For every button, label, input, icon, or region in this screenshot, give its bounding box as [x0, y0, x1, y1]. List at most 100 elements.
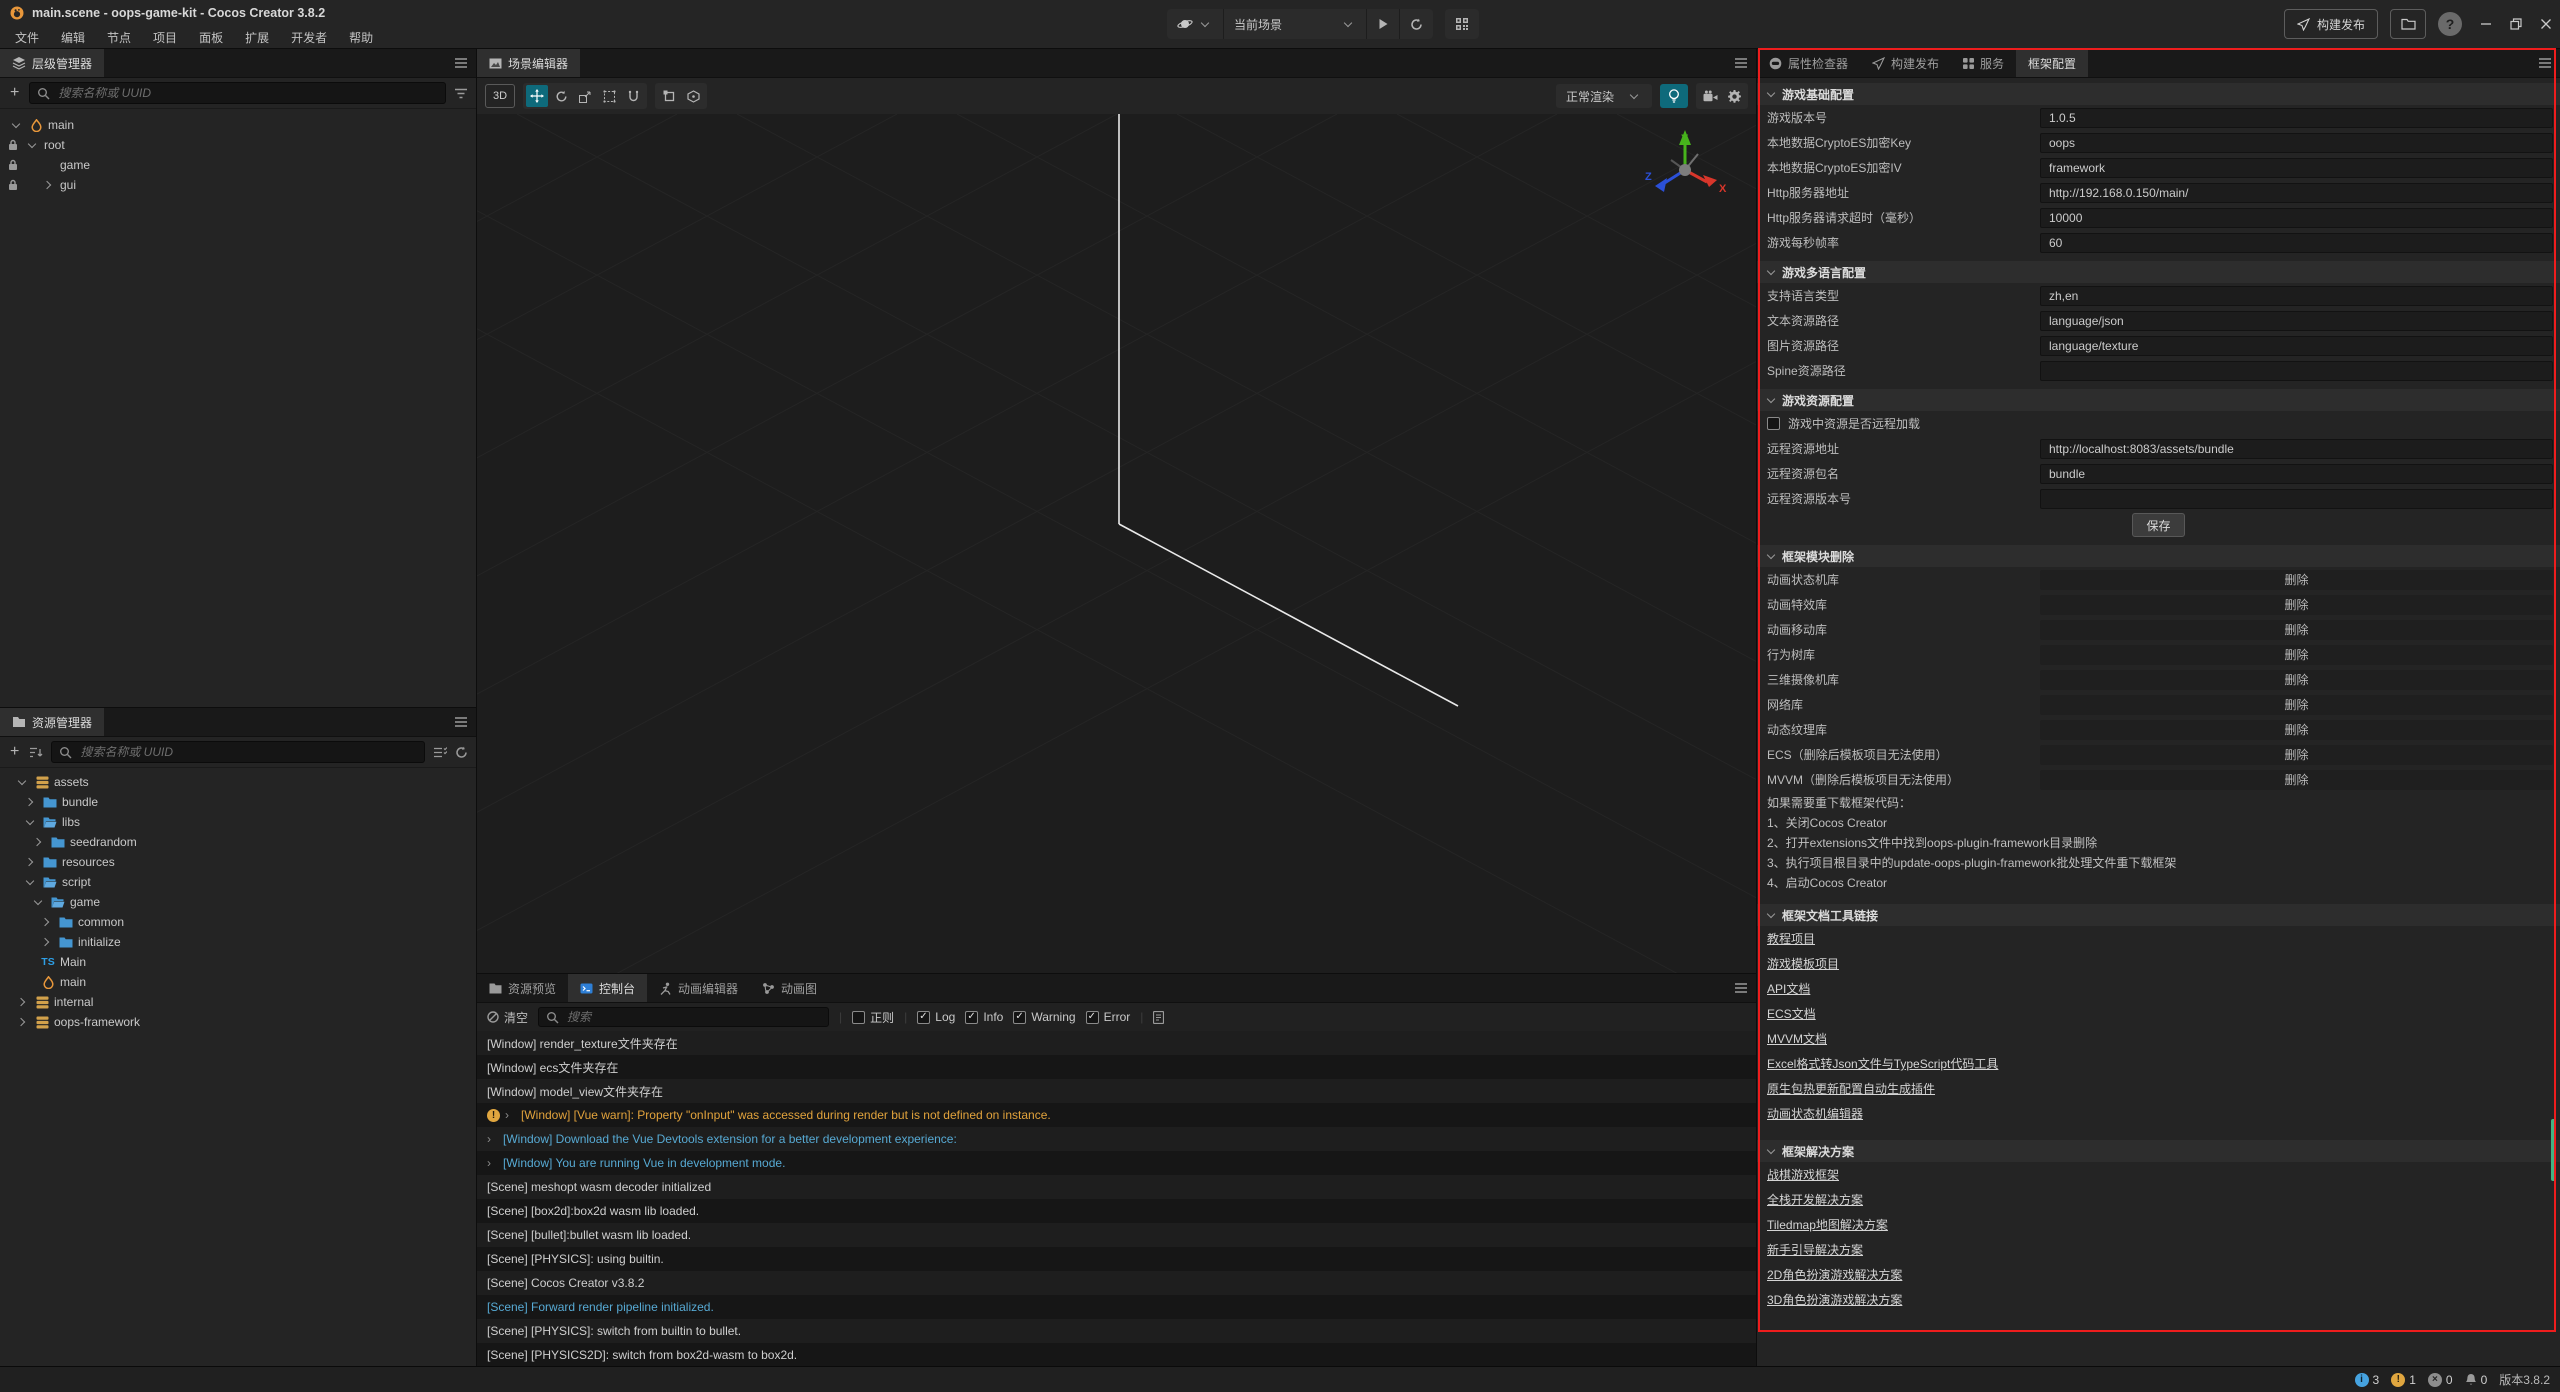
- tab-build-publish[interactable]: 构建发布: [1860, 49, 1951, 77]
- game-version-input[interactable]: [2040, 108, 2553, 128]
- hierarchy-search-input[interactable]: [56, 85, 438, 101]
- play-button[interactable]: [1367, 9, 1400, 39]
- save-button[interactable]: 保存: [2132, 513, 2184, 537]
- lighting-toggle-button[interactable]: [1660, 84, 1688, 108]
- rotate-tool-button[interactable]: [550, 85, 572, 107]
- tab-services[interactable]: 服务: [1951, 49, 2016, 77]
- log-row[interactable]: [Scene] [PHYSICS]: switch from builtin t…: [477, 1319, 1756, 1343]
- menu-extension[interactable]: 扩展: [234, 29, 280, 46]
- sort-icon[interactable]: [29, 747, 43, 758]
- log-row[interactable]: [Scene] meshopt wasm decoder initialized: [477, 1175, 1756, 1199]
- crypto-iv-input[interactable]: [2040, 158, 2553, 178]
- doc-link[interactable]: 原生包热更新配置自动生成插件: [1757, 1076, 2560, 1101]
- section-modules[interactable]: 框架模块删除: [1757, 545, 2560, 567]
- menu-developer[interactable]: 开发者: [280, 29, 338, 46]
- assets-search-input[interactable]: [78, 744, 417, 760]
- hierarchy-node[interactable]: gui: [0, 175, 476, 195]
- hierarchy-search[interactable]: [29, 82, 446, 104]
- delete-button[interactable]: 删除: [2040, 770, 2553, 790]
- lock-icon[interactable]: [8, 179, 18, 191]
- asset-node[interactable]: script: [0, 872, 476, 892]
- panel-menu-icon[interactable]: [454, 57, 468, 69]
- filter-list-icon[interactable]: [433, 747, 447, 758]
- filter-log-checkbox[interactable]: Log: [917, 1010, 955, 1024]
- frame-rate-input[interactable]: [2040, 233, 2553, 253]
- section-game-basic[interactable]: 游戏基础配置: [1757, 83, 2560, 105]
- move-tool-button[interactable]: [526, 85, 548, 107]
- log-row[interactable]: [Scene] [PHYSICS2D]: switch from box2d-w…: [477, 1343, 1756, 1366]
- tab-asset-preview[interactable]: 资源预览: [477, 974, 568, 1002]
- delete-button[interactable]: 删除: [2040, 720, 2553, 740]
- asset-node[interactable]: main: [0, 972, 476, 992]
- remote-res-url-input[interactable]: [2040, 439, 2553, 459]
- image-res-path-input[interactable]: [2040, 336, 2553, 356]
- doc-link[interactable]: API文档: [1757, 976, 2560, 1001]
- lock-icon[interactable]: [8, 139, 18, 151]
- log-row[interactable]: [Scene] [PHYSICS]: using builtin.: [477, 1247, 1756, 1271]
- checkbox-checked-icon[interactable]: [1086, 1011, 1099, 1024]
- delete-button[interactable]: 删除: [2040, 620, 2553, 640]
- add-node-button[interactable]: +: [8, 85, 21, 101]
- tab-property-inspector[interactable]: 属性检查器: [1757, 49, 1860, 77]
- checkbox-checked-icon[interactable]: [917, 1011, 930, 1024]
- restart-button[interactable]: [1400, 9, 1433, 39]
- render-mode-dropdown[interactable]: 正常渲染: [1556, 84, 1652, 108]
- clear-console-button[interactable]: 清空: [487, 1009, 528, 1026]
- checkbox-icon[interactable]: [852, 1011, 865, 1024]
- chevron-down-icon[interactable]: [10, 118, 24, 132]
- solution-link[interactable]: Tiledmap地图解决方案: [1757, 1212, 2560, 1237]
- menu-edit[interactable]: 编辑: [50, 29, 96, 46]
- scene-viewport[interactable]: Y X Z: [477, 114, 1756, 973]
- menu-project[interactable]: 项目: [142, 29, 188, 46]
- checkbox-checked-icon[interactable]: [965, 1011, 978, 1024]
- doc-link[interactable]: ECS文档: [1757, 1001, 2560, 1026]
- scene-select-dropdown[interactable]: 当前场景: [1224, 9, 1367, 39]
- tab-scene-editor[interactable]: 场景编辑器: [477, 49, 580, 77]
- solution-link[interactable]: 3D角色扮演游戏解决方案: [1757, 1287, 2560, 1312]
- preview-qrcode-button[interactable]: [1445, 9, 1479, 39]
- menu-help[interactable]: 帮助: [338, 29, 384, 46]
- asset-node[interactable]: game: [0, 892, 476, 912]
- doc-link[interactable]: MVVM文档: [1757, 1026, 2560, 1051]
- log-row[interactable]: [Scene] [bullet]:bullet wasm lib loaded.: [477, 1223, 1756, 1247]
- chevron-down-icon[interactable]: [32, 895, 46, 909]
- chevron-right-icon[interactable]: [32, 835, 46, 849]
- tab-animation-editor[interactable]: 动画编辑器: [647, 974, 750, 1002]
- section-doc-links[interactable]: 框架文档工具链接: [1757, 904, 2560, 926]
- checkbox-icon[interactable]: [1767, 417, 1780, 430]
- spine-res-path-input[interactable]: [2040, 361, 2553, 381]
- log-row[interactable]: [Scene] [box2d]:box2d wasm lib loaded.: [477, 1199, 1756, 1223]
- assets-search[interactable]: [51, 741, 425, 763]
- panel-menu-icon[interactable]: [2538, 57, 2552, 69]
- asset-node[interactable]: oops-framework: [0, 1012, 476, 1032]
- console-search-input[interactable]: [565, 1009, 821, 1025]
- log-row-info[interactable]: › [Window] You are running Vue in develo…: [477, 1151, 1756, 1175]
- camera-icon[interactable]: [1699, 85, 1721, 107]
- solution-link[interactable]: 2D角色扮演游戏解决方案: [1757, 1262, 2560, 1287]
- tab-console[interactable]: 控制台: [568, 974, 647, 1002]
- tab-framework-config[interactable]: 框架配置: [2016, 49, 2088, 77]
- chevron-down-icon[interactable]: [16, 775, 30, 789]
- open-project-folder-button[interactable]: [2390, 9, 2426, 39]
- help-button[interactable]: ?: [2438, 12, 2462, 36]
- scale-tool-button[interactable]: [574, 85, 596, 107]
- crypto-key-input[interactable]: [2040, 133, 2553, 153]
- refresh-icon[interactable]: [455, 746, 468, 759]
- panel-menu-icon[interactable]: [454, 716, 468, 728]
- inspector-scrollbar-thumb[interactable]: [2551, 1119, 2556, 1181]
- log-row[interactable]: [Scene] Cocos Creator v3.8.2: [477, 1271, 1756, 1295]
- menu-node[interactable]: 节点: [96, 29, 142, 46]
- log-row-info[interactable]: › [Window] Download the Vue Devtools ext…: [477, 1127, 1756, 1151]
- solution-link[interactable]: 新手引导解决方案: [1757, 1237, 2560, 1262]
- log-row[interactable]: [Window] model_view文件夹存在: [477, 1079, 1756, 1103]
- section-solutions[interactable]: 框架解决方案: [1757, 1140, 2560, 1162]
- transform-tool-button[interactable]: [622, 85, 644, 107]
- minimize-button[interactable]: [2480, 18, 2492, 30]
- chevron-right-icon[interactable]: [16, 1015, 30, 1029]
- languages-input[interactable]: [2040, 286, 2553, 306]
- console-search[interactable]: [538, 1007, 829, 1027]
- pivot-toggle-button[interactable]: [658, 85, 680, 107]
- asset-node[interactable]: common: [0, 912, 476, 932]
- panel-menu-icon[interactable]: [1734, 982, 1748, 994]
- filter-error-checkbox[interactable]: Error: [1086, 1010, 1131, 1024]
